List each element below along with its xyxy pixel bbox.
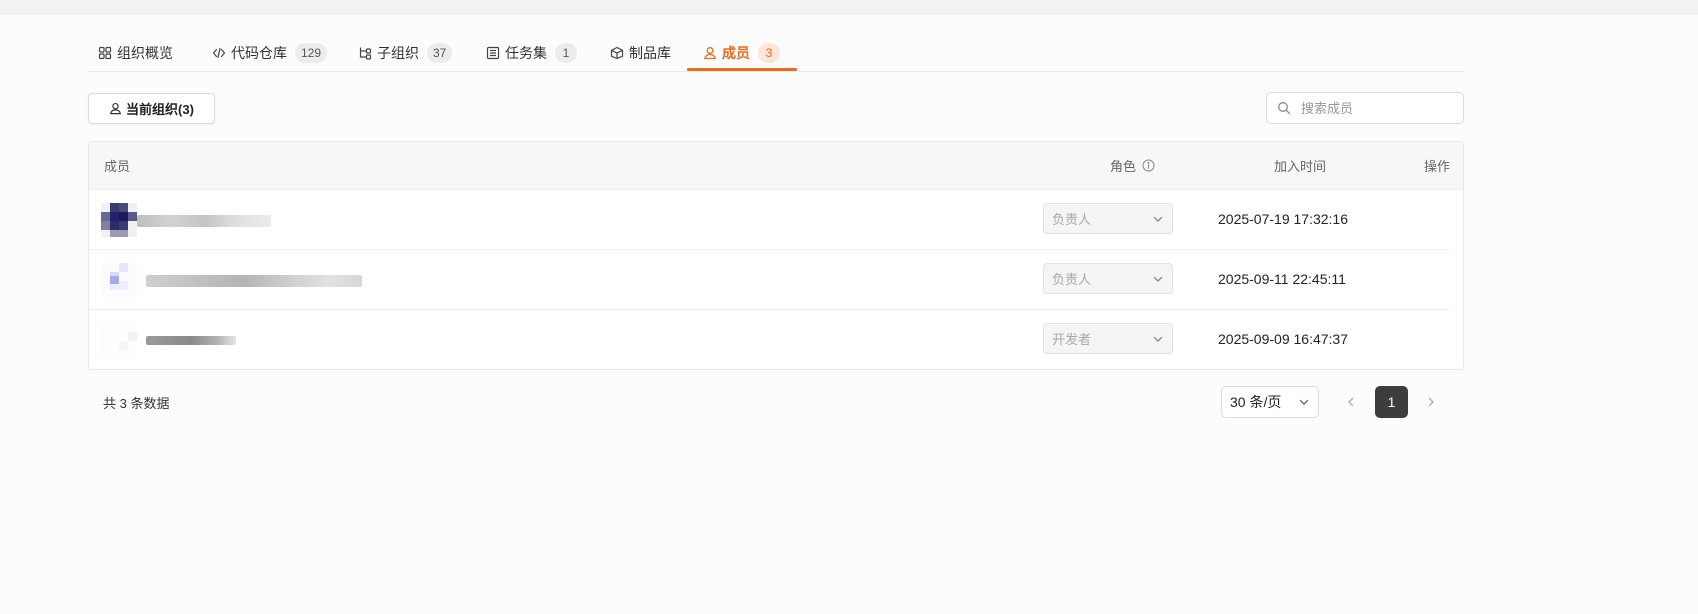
tab-members[interactable]: 成员 3: [703, 36, 780, 70]
user-icon: [703, 46, 717, 60]
table-row: 开发者 2025-09-09 16:47:37: [89, 309, 1449, 369]
chevron-down-icon: [1152, 213, 1164, 225]
table-row: 负责人 2025-09-11 22:45:11: [89, 249, 1449, 310]
role-value: 开发者: [1052, 332, 1092, 347]
top-bar: [0, 0, 1698, 15]
info-icon[interactable]: [1142, 159, 1155, 172]
tab-overview[interactable]: 组织概览: [98, 36, 173, 70]
table-row: 负责人 2025-07-19 17:32:16: [89, 189, 1449, 250]
join-time: 2025-09-09 16:47:37: [1218, 331, 1348, 347]
org-tabs: 组织概览 代码仓库 129 子组织 37 任务集 1 制品库 成员 3: [88, 36, 1464, 72]
role-value: 负责人: [1052, 212, 1092, 227]
count-badge: 129: [295, 43, 328, 63]
role-select[interactable]: 负责人: [1043, 203, 1173, 234]
user-icon: [109, 102, 122, 115]
member-name-redacted: [137, 215, 271, 227]
count-badge: 37: [427, 43, 453, 63]
member-name-redacted: [146, 336, 236, 345]
page-size-select[interactable]: 30 条/页: [1221, 386, 1319, 418]
scope-button-label: 当前组织(3): [126, 102, 194, 117]
tab-label: 制品库: [629, 45, 671, 61]
list-icon: [486, 46, 500, 60]
tab-label: 组织概览: [117, 45, 173, 61]
member-cell: [101, 319, 401, 359]
table-header: 成员 角色 加入时间 操作: [89, 142, 1463, 190]
member-cell: [101, 259, 401, 299]
tab-task-sets[interactable]: 任务集 1: [486, 36, 577, 70]
chevron-down-icon: [1152, 333, 1164, 345]
tab-artifacts[interactable]: 制品库: [610, 36, 671, 70]
code-icon: [212, 46, 226, 60]
join-time: 2025-07-19 17:32:16: [1218, 211, 1348, 227]
members-table: 成员 角色 加入时间 操作 负责人 2025-07-19 17:32:16 负责…: [88, 141, 1464, 370]
avatar: [101, 263, 137, 297]
box-icon: [610, 46, 624, 60]
role-select[interactable]: 负责人: [1043, 263, 1173, 294]
chevron-left-icon: [1348, 397, 1354, 407]
member-name-redacted: [146, 275, 362, 287]
tab-label: 代码仓库: [231, 45, 287, 61]
search-icon: [1277, 101, 1291, 115]
active-tab-indicator: [687, 68, 797, 71]
column-header-actions: 操作: [1424, 159, 1451, 174]
count-badge: 3: [758, 43, 780, 63]
total-count: 共 3 条数据: [103, 396, 170, 411]
chevron-down-icon: [1152, 273, 1164, 285]
tab-label: 成员: [722, 45, 750, 61]
count-badge: 1: [555, 43, 577, 63]
prev-page-button[interactable]: [1343, 394, 1359, 410]
column-header-role: 角色: [1110, 142, 1155, 189]
chevron-down-icon: [1298, 396, 1310, 408]
avatar: [101, 323, 137, 357]
tab-label: 子组织: [377, 45, 419, 61]
avatar: [101, 203, 137, 237]
role-header-label: 角色: [1110, 159, 1137, 174]
join-time: 2025-09-11 22:45:11: [1218, 271, 1346, 287]
role-select[interactable]: 开发者: [1043, 323, 1173, 354]
role-value: 负责人: [1052, 272, 1092, 287]
column-header-member: 成员: [104, 159, 131, 174]
member-search[interactable]: [1266, 92, 1464, 124]
page-1-button[interactable]: 1: [1375, 386, 1408, 418]
member-cell: [101, 199, 401, 239]
tab-sub-orgs[interactable]: 子组织 37: [358, 36, 453, 70]
tab-code-repos[interactable]: 代码仓库 129: [212, 36, 328, 70]
page-size-value: 30 条/页: [1230, 394, 1282, 410]
search-input[interactable]: [1299, 99, 1453, 117]
hierarchy-icon: [358, 46, 372, 60]
chevron-right-icon: [1428, 397, 1434, 407]
current-org-filter-button[interactable]: 当前组织(3): [88, 93, 215, 124]
tab-label: 任务集: [505, 45, 547, 61]
grid-icon: [98, 46, 112, 60]
next-page-button[interactable]: [1423, 394, 1439, 410]
column-header-join-time: 加入时间: [1274, 159, 1327, 174]
